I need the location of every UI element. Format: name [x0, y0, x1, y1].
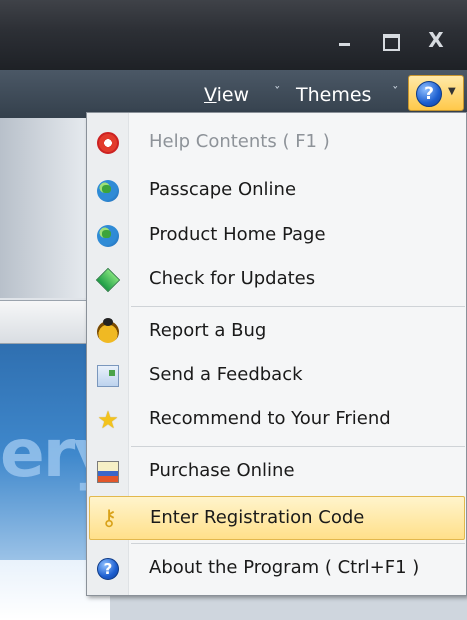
menu-separator — [131, 446, 465, 447]
minimize-button[interactable] — [334, 30, 356, 50]
menu-item-label: Send a Feedback — [149, 364, 303, 385]
update-diamond-icon — [95, 267, 121, 293]
menu-item-label: Recommend to Your Friend — [149, 408, 391, 429]
menu-item-label: Report a Bug — [149, 320, 267, 341]
menu-item-label: Passcape Online — [149, 179, 297, 200]
menu-item-recommend[interactable]: ★ Recommend to Your Friend — [89, 398, 465, 442]
menu-item-help-contents[interactable]: Help Contents ( F1 ) — [89, 121, 465, 165]
menu-item-label: Product Home Page — [149, 224, 326, 245]
help-dropdown-menu: Help Contents ( F1 ) Passcape Online Pro… — [86, 112, 467, 596]
menu-item-about-program[interactable]: ? About the Program ( Ctrl+F1 ) — [89, 547, 465, 591]
menu-themes[interactable]: Themes — [296, 84, 371, 106]
menu-item-enter-registration-code[interactable]: ⚷ Enter Registration Code — [89, 496, 465, 540]
menu-bar: View ˇ Themes ˇ — [0, 70, 467, 118]
menu-item-report-a-bug[interactable]: Report a Bug — [89, 310, 465, 354]
menu-separator — [131, 306, 465, 307]
menu-item-send-feedback[interactable]: Send a Feedback — [89, 354, 465, 398]
menu-item-label: Enter Registration Code — [150, 507, 365, 528]
globe-icon — [97, 225, 119, 247]
close-button[interactable]: X — [425, 30, 447, 50]
menu-item-label: About the Program ( Ctrl+F1 ) — [149, 557, 420, 578]
title-bar: X — [0, 0, 467, 70]
question-icon: ? — [416, 81, 442, 107]
menu-item-label: Help Contents ( F1 ) — [149, 131, 330, 152]
menu-item-product-home-page[interactable]: Product Home Page — [89, 214, 465, 258]
key-icon: ⚷ — [100, 506, 118, 531]
menu-view-accelerator: V — [204, 84, 217, 106]
help-menu-button[interactable]: ? ▼ — [408, 75, 464, 111]
bug-icon — [97, 318, 119, 343]
globe-icon — [97, 180, 119, 202]
help-lifebuoy-icon — [97, 132, 119, 154]
feedback-icon — [97, 365, 119, 387]
menu-item-label: Purchase Online — [149, 460, 295, 481]
menu-separator — [131, 543, 465, 544]
star-icon: ★ — [97, 406, 119, 434]
menu-view-label: iew — [216, 84, 250, 106]
chevron-down-icon: ˇ — [392, 86, 399, 101]
chevron-down-icon: ˇ — [274, 86, 281, 101]
menu-item-check-for-updates[interactable]: Check for Updates — [89, 258, 465, 302]
dropdown-arrow-icon: ▼ — [448, 86, 456, 97]
menu-view[interactable]: View — [204, 84, 249, 106]
purchase-icon — [97, 461, 119, 483]
maximize-button[interactable] — [379, 30, 401, 51]
menu-item-purchase-online[interactable]: Purchase Online — [89, 450, 465, 494]
menu-item-passcape-online[interactable]: Passcape Online — [89, 169, 465, 213]
background-panel — [0, 118, 90, 298]
menu-item-label: Check for Updates — [149, 268, 316, 289]
background-toolbar-strip — [0, 300, 90, 344]
about-question-icon: ? — [97, 558, 119, 580]
